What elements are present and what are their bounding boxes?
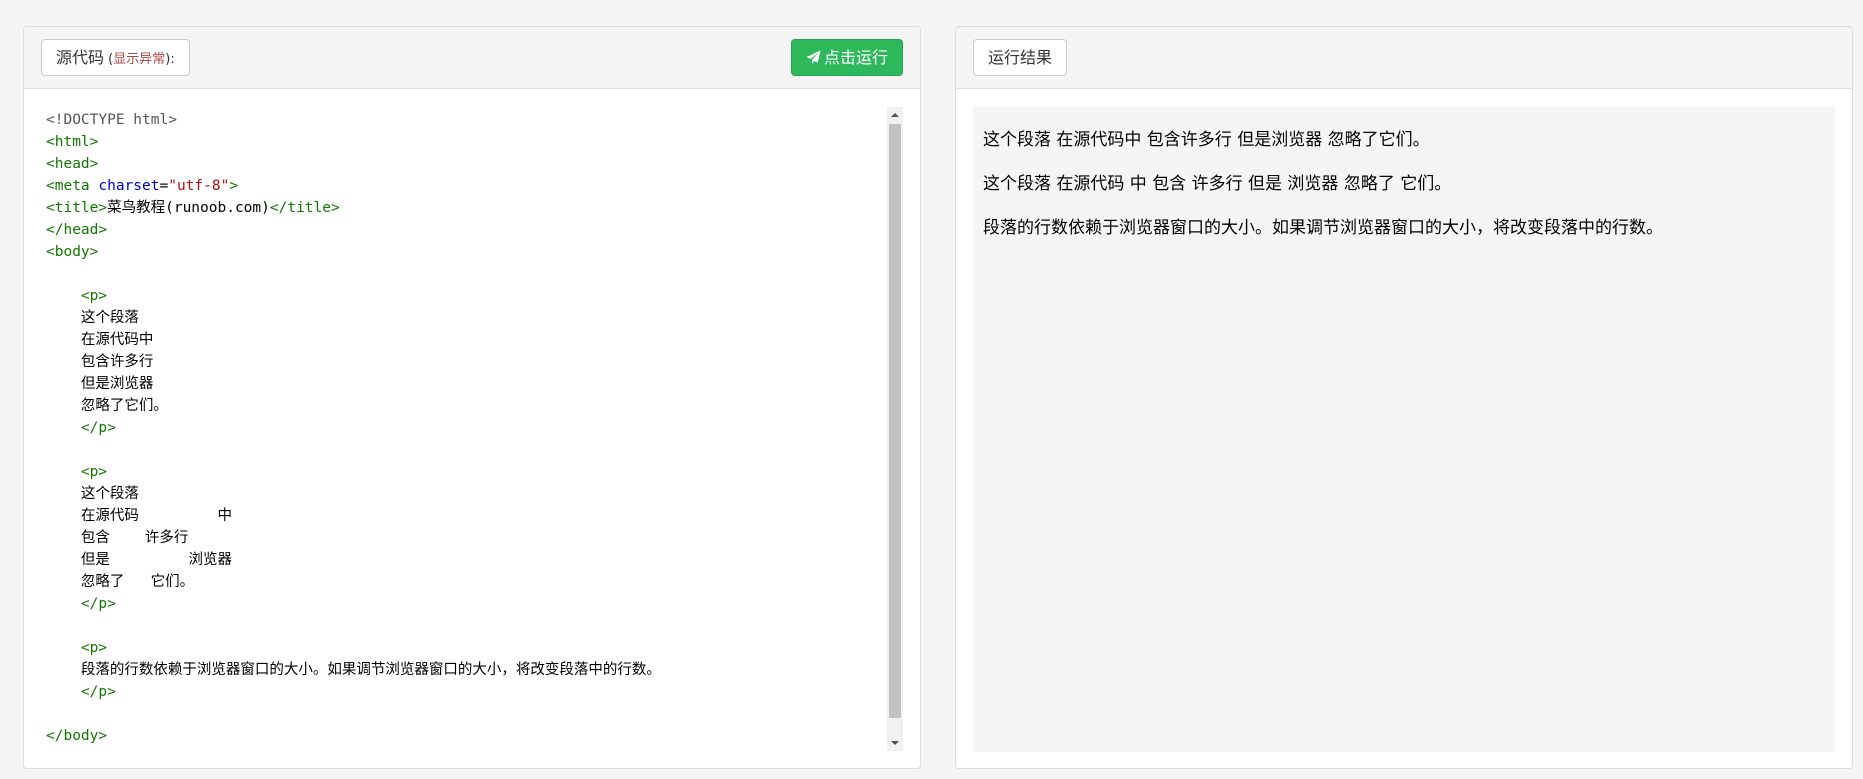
- run-button[interactable]: 点击运行: [791, 39, 903, 76]
- code-line: </p>: [46, 593, 661, 615]
- code-line: <head>: [46, 153, 661, 175]
- result-paragraph: 段落的行数依赖于浏览器窗口的大小。如果调节浏览器窗口的大小，将改变段落中的行数。: [983, 218, 1663, 238]
- code-token: "utf-8": [168, 178, 230, 194]
- code-token: </p>: [46, 684, 116, 700]
- label-paren-open: (: [104, 52, 114, 67]
- code-token: >: [229, 178, 239, 194]
- code-line: 忽略了 它们。: [46, 571, 661, 593]
- code-token: 包含许多行: [46, 354, 154, 370]
- code-scrollbar[interactable]: [887, 107, 903, 751]
- code-token: 忽略了 它们。: [46, 574, 195, 590]
- code-token: =: [159, 178, 169, 194]
- code-line: <title>菜鸟教程(runoob.com)</title>: [46, 197, 661, 219]
- code-token: <title>: [46, 200, 108, 216]
- code-line: </p>: [46, 417, 661, 439]
- code-line: </head>: [46, 219, 661, 241]
- code-line: <html>: [46, 131, 661, 153]
- code-line: 这个段落: [46, 307, 661, 329]
- code-token: </p>: [46, 420, 116, 436]
- result-paragraph: 这个段落 在源代码中 包含许多行 但是浏览器 忽略了它们。: [983, 130, 1430, 150]
- code-token: charset: [98, 178, 160, 194]
- code-token: 忽略了它们。: [46, 398, 168, 414]
- code-token: 包含 许多行: [46, 530, 189, 546]
- code-line: 忽略了它们。: [46, 395, 661, 417]
- code-line: 段落的行数依赖于浏览器窗口的大小。如果调节浏览器窗口的大小，将改变段落中的行数。: [46, 659, 661, 681]
- scroll-up-arrow[interactable]: [887, 107, 903, 123]
- code-token: <!DOCTYPE html>: [46, 112, 177, 128]
- code-content[interactable]: <!DOCTYPE html> <html> <head> <meta charset…: [46, 109, 661, 747]
- result-panel-header: 运行结果: [956, 27, 1852, 89]
- code-line: 在源代码中: [46, 329, 661, 351]
- scroll-down-arrow[interactable]: [887, 735, 903, 751]
- scroll-thumb[interactable]: [889, 124, 901, 718]
- code-editor[interactable]: <!DOCTYPE html> <html> <head> <meta charset…: [24, 89, 920, 768]
- code-line: 这个段落: [46, 483, 661, 505]
- code-line: <p>: [46, 637, 661, 659]
- source-panel-header: 源代码 (显示异常): 点击运行: [24, 27, 920, 89]
- code-line: <p>: [46, 285, 661, 307]
- code-line: <meta charset="utf-8">: [46, 175, 661, 197]
- code-line: 包含许多行: [46, 351, 661, 373]
- source-code-label: 源代码 (显示异常):: [41, 39, 190, 76]
- code-token: <p>: [46, 464, 108, 480]
- code-token: 这个段落: [46, 486, 139, 502]
- code-token: <p>: [46, 288, 108, 304]
- code-token: 这个段落: [46, 310, 139, 326]
- code-token: <meta: [46, 178, 99, 194]
- code-token: <html>: [46, 134, 99, 150]
- result-paragraph: 这个段落 在源代码 中 包含 许多行 但是 浏览器 忽略了 它们。: [983, 174, 1452, 194]
- source-label-text: 源代码: [56, 48, 105, 67]
- code-token: 在源代码 中: [46, 508, 232, 524]
- code-token: 段落的行数依赖于浏览器窗口的大小。如果调节浏览器窗口的大小，将改变段落中的行数。: [46, 662, 661, 678]
- code-token: </title>: [269, 200, 340, 216]
- code-line: 包含 许多行: [46, 527, 661, 549]
- result-output: 这个段落 在源代码中 包含许多行 但是浏览器 忽略了它们。 这个段落 在源代码 …: [973, 107, 1835, 752]
- code-token: </head>: [46, 222, 108, 238]
- code-line: </p>: [46, 681, 661, 703]
- label-paren-close: ):: [165, 52, 175, 67]
- code-line: <body>: [46, 241, 661, 263]
- code-token: 菜鸟教程(runoob.com): [107, 200, 270, 216]
- code-line: <p>: [46, 461, 661, 483]
- code-token: <body>: [46, 244, 99, 260]
- result-label: 运行结果: [973, 39, 1068, 76]
- code-line: 但是 浏览器: [46, 549, 661, 571]
- code-token: 但是 浏览器: [46, 552, 232, 568]
- run-button-label: 点击运行: [823, 48, 888, 67]
- code-token: 在源代码中: [46, 332, 154, 348]
- result-panel: 运行结果 这个段落 在源代码中 包含许多行 但是浏览器 忽略了它们。 这个段落 …: [955, 26, 1853, 769]
- code-line: </body>: [46, 725, 661, 747]
- code-token: </p>: [46, 596, 116, 612]
- code-token: <head>: [46, 156, 99, 172]
- code-line: 但是浏览器: [46, 373, 661, 395]
- send-icon: [806, 50, 821, 65]
- code-token: </body>: [46, 728, 108, 744]
- show-error-link[interactable]: 显示异常: [113, 52, 165, 67]
- code-token: <p>: [46, 640, 108, 656]
- code-line: <!DOCTYPE html>: [46, 109, 661, 131]
- code-line: 在源代码 中: [46, 505, 661, 527]
- code-token: 但是浏览器: [46, 376, 154, 392]
- source-code-panel: 源代码 (显示异常): 点击运行 <!DOCTYPE html> <html> <h…: [23, 26, 921, 769]
